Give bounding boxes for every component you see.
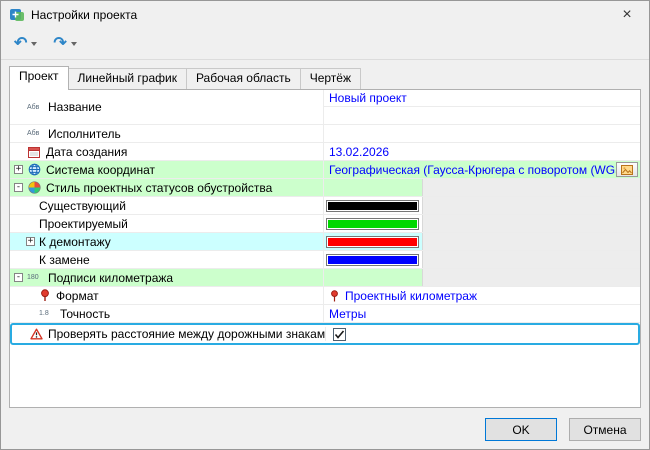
row-label: Стиль проектных статусов обустройства (46, 181, 272, 195)
app-icon (9, 7, 25, 23)
label-cell: 1.8 Точность (10, 305, 324, 322)
close-button[interactable]: × (605, 1, 649, 29)
value-text: Новый проект (329, 91, 407, 105)
grid-row[interactable]: Абв Исполнитель (10, 125, 640, 143)
expand-icon[interactable]: + (26, 237, 35, 246)
label-cell: + К демонтажу (10, 233, 324, 250)
row-label: Исполнитель (48, 127, 121, 141)
value-text: 13.02.2026 (329, 145, 389, 159)
category-row[interactable]: -180 Подписи километража (10, 269, 640, 287)
row-label: Проектируемый (39, 217, 128, 231)
precision-icon: 1.8 (39, 307, 55, 320)
color-swatch[interactable] (326, 236, 419, 248)
value-cell[interactable]: 13.02.2026 (324, 143, 640, 160)
redo-button[interactable]: ↷ (48, 34, 81, 54)
expand-icon[interactable]: + (14, 165, 23, 174)
value-text: Метры (329, 307, 366, 321)
tab-3[interactable]: Чертёж (300, 68, 361, 89)
value-text: Проектный километраж (345, 289, 477, 303)
label-cell: Дата создания (10, 143, 324, 160)
row-label: Система координат (46, 163, 155, 177)
window-title: Настройки проекта (31, 8, 137, 22)
label-cell: Проектируемый (10, 215, 324, 232)
row-label: К демонтажу (39, 235, 111, 249)
pin-icon (329, 289, 340, 302)
color-swatch[interactable] (326, 254, 419, 266)
undo-icon: ↶ (14, 36, 27, 52)
grid-row[interactable]: + Система координат Географическая (Гаусса… (10, 161, 640, 179)
value-cell (324, 179, 640, 196)
value-cell (326, 328, 638, 341)
label-cell: Абв Исполнитель (10, 125, 324, 142)
abc-icon: Абв (27, 101, 43, 114)
label-cell: Проверять расстояние между дорожными зна… (12, 327, 326, 341)
warning-icon (29, 328, 43, 341)
grid-row[interactable]: К замене (10, 251, 640, 269)
chevron-down-icon (31, 42, 37, 46)
checkbox[interactable] (333, 328, 346, 341)
tab-bar: ПроектЛинейный графикРабочая областьЧерт… (1, 65, 649, 89)
color-swatch[interactable] (326, 218, 419, 230)
tab-1[interactable]: Линейный график (68, 68, 187, 89)
km-icon: 180 (27, 271, 43, 284)
tab-0[interactable]: Проект (9, 66, 69, 90)
toolbar: ↶ ↷ (1, 29, 649, 60)
row-label: Проверять расстояние между дорожными зна… (48, 327, 326, 341)
titlebar: Настройки проекта × (1, 1, 649, 29)
redo-icon: ↷ (53, 36, 66, 52)
grid-row[interactable]: Проверять расстояние между дорожными зна… (10, 323, 640, 345)
value-cell (324, 251, 640, 268)
grid-row[interactable]: Абв Название Новый проект (10, 90, 640, 125)
ok-button[interactable]: OK (485, 418, 557, 441)
grid-row[interactable]: Дата создания 13.02.2026 (10, 143, 640, 161)
coordinate-system-picker-button[interactable] (616, 162, 638, 177)
row-label: Точность (60, 307, 110, 321)
collapse-icon[interactable]: - (14, 183, 23, 192)
grid-row[interactable]: Существующий (10, 197, 640, 215)
row-label: Дата создания (46, 145, 127, 159)
color-swatch[interactable] (326, 200, 419, 212)
abc-icon: Абв (27, 127, 43, 140)
label-cell: Формат (10, 287, 324, 304)
cancel-button[interactable]: Отмена (569, 418, 641, 441)
picture-icon (621, 165, 633, 175)
globe-icon (27, 163, 41, 176)
tab-2[interactable]: Рабочая область (186, 68, 301, 89)
calendar-icon (27, 145, 41, 158)
label-cell: Абв Название (10, 90, 324, 124)
format-icon (39, 289, 51, 302)
value-cell[interactable]: Проектный километраж (324, 287, 640, 304)
label-cell: + Система координат (10, 161, 324, 178)
collapse-icon[interactable]: - (14, 273, 23, 282)
row-label: Подписи километража (48, 271, 173, 285)
value-cell[interactable]: Метры (324, 305, 640, 322)
value-cell (324, 269, 640, 286)
label-cell: Существующий (10, 197, 324, 214)
value-cell[interactable]: Географическая (Гаусса-Крюгера с поворот… (324, 161, 640, 178)
value-cell[interactable] (324, 125, 640, 142)
row-label: Название (48, 100, 102, 114)
grid-row[interactable]: + К демонтажу (10, 233, 640, 251)
undo-button[interactable]: ↶ (9, 34, 42, 54)
chevron-down-icon (71, 42, 77, 46)
label-cell: - Стиль проектных статусов обустройства (10, 179, 324, 196)
grid-row[interactable]: Формат Проектный километраж (10, 287, 640, 305)
palette-icon (27, 181, 41, 194)
label-cell: -180 Подписи километража (10, 269, 324, 286)
label-cell: К замене (10, 251, 324, 268)
row-label: К замене (39, 253, 90, 267)
value-cell (324, 215, 640, 232)
row-label: Формат (56, 289, 99, 303)
value-cell (324, 233, 640, 250)
row-label: Существующий (39, 199, 126, 213)
value-text: Географическая (Гаусса-Крюгера с поворот… (329, 163, 616, 177)
category-row[interactable]: - Стиль проектных статусов обустройства (10, 179, 640, 197)
project-settings-dialog: Настройки проекта × ↶ ↷ ПроектЛинейный г… (0, 0, 650, 450)
footer: OK Отмена (1, 418, 641, 441)
grid-row[interactable]: 1.8 Точность Метры (10, 305, 640, 323)
grid-row[interactable]: Проектируемый (10, 215, 640, 233)
property-grid: Абв Название Новый проект Абв Исполнитель Дат… (9, 89, 641, 408)
value-cell[interactable]: Новый проект (324, 90, 640, 124)
value-cell (324, 197, 640, 214)
